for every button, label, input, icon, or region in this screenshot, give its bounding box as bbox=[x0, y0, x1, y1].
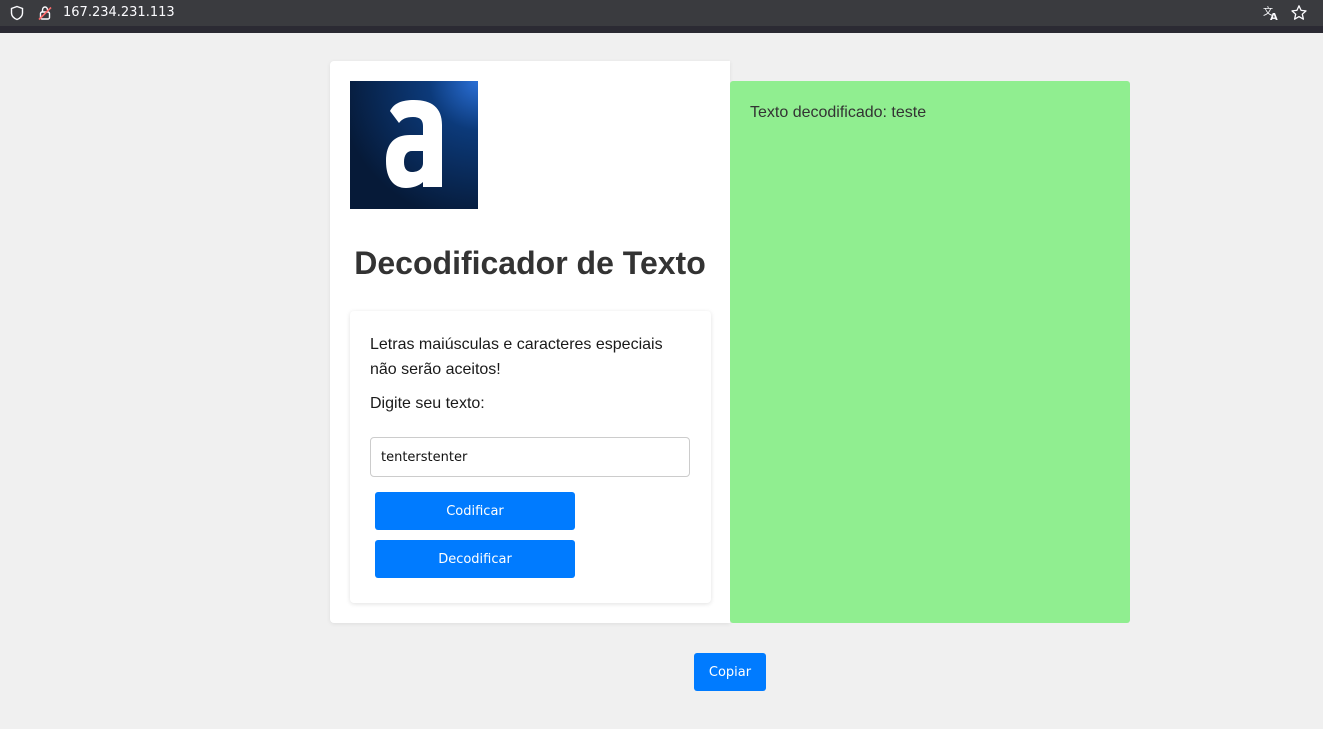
browser-toolbar: 167.234.231.113 文 A bbox=[0, 0, 1323, 26]
result-panel: Texto decodificado: teste bbox=[730, 81, 1130, 623]
lock-warning-icon[interactable] bbox=[35, 3, 55, 23]
input-form-card: Letras maiúsculas e caracteres especiais… bbox=[350, 311, 711, 603]
toolbar-separator bbox=[0, 26, 1323, 33]
input-restriction-warning: Letras maiúsculas e caracteres especiais… bbox=[370, 336, 663, 378]
input-prompt-label: Digite seu texto: bbox=[370, 395, 485, 412]
bookmark-star-icon[interactable] bbox=[1289, 3, 1309, 23]
address-bar-url[interactable]: 167.234.231.113 bbox=[63, 4, 175, 22]
decode-button[interactable]: Decodificar bbox=[375, 540, 575, 578]
encode-button[interactable]: Codificar bbox=[375, 492, 575, 530]
result-prefix: Texto decodificado: bbox=[750, 104, 892, 121]
page-title: Decodificador de Texto bbox=[354, 245, 706, 281]
text-input[interactable] bbox=[370, 437, 690, 477]
result-value: teste bbox=[891, 104, 927, 121]
translate-icon[interactable]: 文 A bbox=[1261, 3, 1281, 23]
alura-logo bbox=[350, 81, 478, 209]
copy-button[interactable]: Copiar bbox=[694, 653, 766, 691]
result-output: Texto decodificado: teste bbox=[750, 103, 926, 123]
svg-text:A: A bbox=[1270, 12, 1278, 22]
shield-icon[interactable] bbox=[7, 3, 27, 23]
decoder-card: Decodificador de Texto Letras maiúsculas… bbox=[330, 61, 730, 623]
